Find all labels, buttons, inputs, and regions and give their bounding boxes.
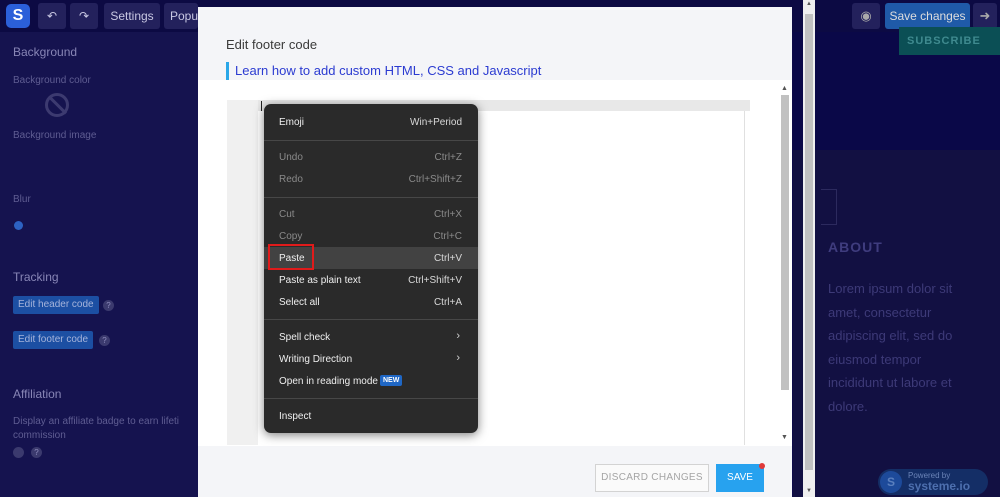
about-line: adipiscing elit, sed do [828, 328, 953, 343]
discard-changes-button[interactable]: DISCARD CHANGES [595, 464, 709, 492]
powered-by-name: systeme.io [908, 479, 971, 493]
exit-button[interactable]: ➜ [973, 3, 997, 29]
menu-item-writing-direction[interactable]: Writing Direction › [264, 348, 478, 370]
edit-footer-code-button[interactable]: Edit footer code [13, 331, 94, 349]
undo-icon: ↶ [46, 9, 58, 23]
edit-header-code-button[interactable]: Edit header code [13, 296, 99, 314]
about-heading: ABOUT [828, 239, 883, 255]
menu-item-label: Paste as plain text [279, 275, 361, 286]
preview-header: SUBSCRIBE [793, 27, 1000, 150]
about-text: Lorem ipsum dolor sit amet, consectetur … [828, 277, 988, 418]
about-line: amet, consectetur [828, 304, 932, 320]
menu-item-label: Spell check [279, 332, 331, 343]
menu-item-label: Emoji [279, 117, 305, 128]
editor-scrollbar-thumb[interactable] [781, 95, 789, 390]
undo-button[interactable]: ↶ [38, 3, 66, 29]
background-image-label: Background image [13, 130, 97, 141]
menu-separator [264, 197, 478, 198]
subscribe-button[interactable]: SUBSCRIBE [899, 27, 1000, 55]
menu-separator [264, 319, 478, 320]
menu-item-label: Select all [279, 297, 320, 308]
line-number-gutter [227, 100, 258, 445]
page-preview: SUBSCRIBE ABOUT Lorem ipsum dolor sit am… [793, 27, 1000, 497]
menu-item-label: Undo [279, 152, 303, 163]
menu-item-shortcut: Ctrl+V [433, 253, 462, 264]
affiliation-text: commission [13, 430, 66, 441]
editor-scrollbar[interactable]: ▲ ▼ [777, 85, 792, 445]
about-line: eiusmod tempor [828, 351, 922, 367]
menu-item-shortcut: Ctrl+C [433, 231, 462, 242]
menu-item-select-all[interactable]: Select all Ctrl+A [264, 291, 478, 313]
menu-item-inspect[interactable]: Inspect [264, 405, 478, 427]
editor-border [744, 111, 745, 445]
systeme-logo-icon: S [880, 471, 902, 493]
menu-item-label: Inspect [279, 411, 312, 422]
menu-item-shortcut: Win+Period [410, 117, 462, 128]
affiliation-heading: Affiliation [13, 387, 62, 401]
menu-item-shortcut: Ctrl+X [433, 209, 462, 220]
text-cursor [261, 101, 262, 111]
menu-item-paste-plain-text[interactable]: Paste as plain text Ctrl+Shift+V [264, 269, 478, 291]
about-line: dolore. [828, 398, 868, 414]
page-scrollbar-thumb[interactable] [805, 14, 813, 470]
blur-slider-handle[interactable] [14, 221, 23, 230]
about-line: incididunt ut labore et [828, 375, 952, 390]
background-heading: Background [13, 45, 78, 59]
menu-item-emoji[interactable]: Emoji Win+Period [264, 111, 478, 133]
preview-box [821, 189, 837, 225]
menu-item-label: Copy [279, 231, 303, 242]
popup-button[interactable]: Popu [164, 3, 198, 29]
menu-item-reading-mode[interactable]: Open in reading mode NEW [264, 370, 478, 392]
page-scrollbar[interactable]: ▲ ▼ [803, 0, 815, 497]
paste-highlight-outline [268, 244, 314, 270]
menu-item-spell-check[interactable]: Spell check › [264, 326, 478, 348]
settings-sidebar: Background Background color Background i… [0, 32, 198, 497]
affiliation-text: Display an affiliate badge to earn lifet… [13, 416, 180, 427]
exit-icon: ➜ [979, 8, 991, 23]
chevron-right-icon: › [456, 352, 460, 364]
blur-label: Blur [13, 194, 31, 205]
scroll-up-icon[interactable]: ▲ [806, 1, 812, 7]
about-line: Lorem ipsum dolor sit [828, 281, 953, 296]
tracking-heading: Tracking [13, 270, 59, 284]
chevron-right-icon: › [456, 330, 460, 342]
settings-button[interactable]: Settings [104, 3, 160, 29]
redo-icon: ↷ [78, 9, 90, 23]
menu-item-cut[interactable]: Cut Ctrl+X [264, 203, 478, 225]
toggle-icon[interactable] [13, 447, 24, 458]
scroll-down-icon[interactable]: ▼ [781, 434, 788, 441]
menu-item-redo[interactable]: Redo Ctrl+Shift+Z [264, 168, 478, 190]
modal-title: Edit footer code [226, 37, 318, 52]
menu-item-label: Cut [279, 209, 295, 220]
help-icon[interactable]: ? [103, 300, 114, 311]
app-logo[interactable]: S [6, 4, 30, 28]
menu-item-label: Redo [279, 174, 303, 185]
powered-by-badge[interactable]: S Powered by systeme.io [878, 469, 988, 495]
redo-button[interactable]: ↷ [70, 3, 98, 29]
save-changes-button[interactable]: Save changes [885, 3, 970, 29]
menu-separator [264, 398, 478, 399]
background-color-label: Background color [13, 75, 91, 86]
menu-item-label: Writing Direction [279, 354, 353, 365]
no-color-icon[interactable] [45, 93, 69, 117]
eye-icon: ◉ [860, 8, 872, 23]
preview-button[interactable]: ◉ [852, 3, 880, 29]
unsaved-indicator [759, 463, 765, 469]
menu-item-undo[interactable]: Undo Ctrl+Z [264, 146, 478, 168]
menu-item-shortcut: Ctrl+Shift+Z [408, 174, 462, 185]
save-button[interactable]: SAVE [716, 464, 764, 492]
scroll-up-icon[interactable]: ▲ [781, 85, 788, 92]
menu-item-shortcut: Ctrl+A [433, 297, 462, 308]
scroll-down-icon[interactable]: ▼ [806, 488, 812, 494]
help-icon[interactable]: ? [31, 447, 42, 458]
learn-custom-code-link[interactable]: Learn how to add custom HTML, CSS and Ja… [226, 62, 541, 80]
menu-separator [264, 140, 478, 141]
new-badge: NEW [380, 375, 403, 386]
menu-item-label: Open in reading mode [279, 376, 378, 387]
menu-item-shortcut: Ctrl+Shift+V [408, 275, 462, 286]
menu-item-shortcut: Ctrl+Z [434, 152, 463, 163]
help-icon[interactable]: ? [99, 335, 110, 346]
